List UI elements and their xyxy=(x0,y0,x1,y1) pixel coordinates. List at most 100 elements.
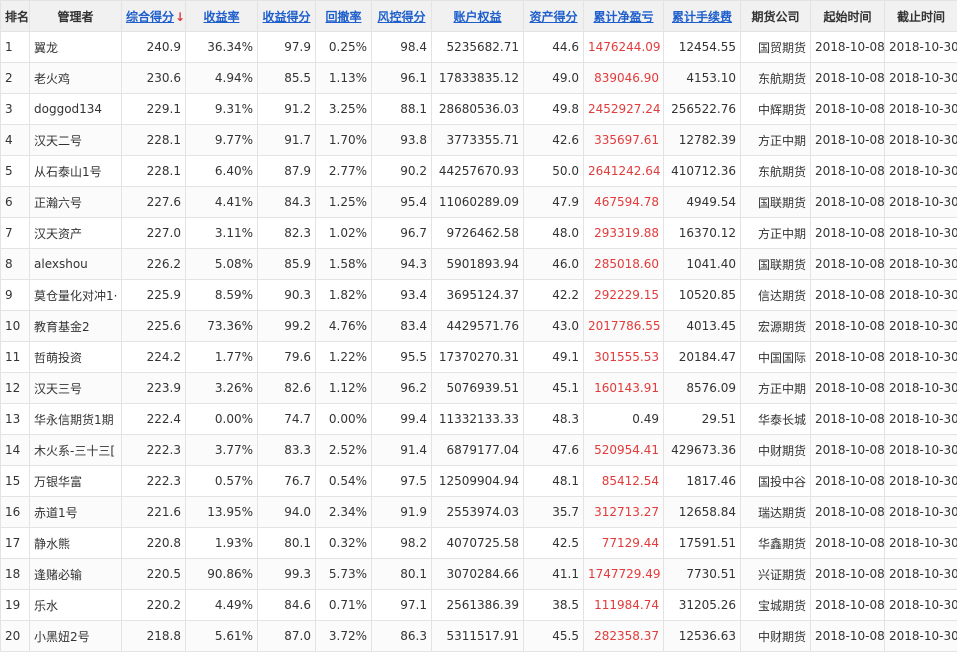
cell-asset-score: 42.2 xyxy=(524,280,584,311)
column-header-fees[interactable]: 累计手续费 xyxy=(664,1,741,32)
cell-risk-score: 86.3 xyxy=(372,621,432,652)
cell-fees: 410712.36 xyxy=(664,156,741,187)
cell-drawdown: 1.58% xyxy=(316,249,372,280)
cell-fees: 429673.36 xyxy=(664,435,741,466)
cell-equity: 17370270.31 xyxy=(432,342,524,373)
cell-drawdown: 4.76% xyxy=(316,311,372,342)
cell-return-score: 83.3 xyxy=(258,435,316,466)
column-header-drawdown[interactable]: 回撤率 xyxy=(316,1,372,32)
cell-composite-score: 224.2 xyxy=(122,342,186,373)
cell-rank: 8 xyxy=(1,249,30,280)
cell-return-score: 85.5 xyxy=(258,63,316,94)
cell-rank: 2 xyxy=(1,63,30,94)
sort-desc-arrow-icon[interactable]: ↓ xyxy=(175,10,185,24)
cell-broker: 方正中期 xyxy=(741,125,811,156)
cell-drawdown: 3.72% xyxy=(316,621,372,652)
cell-return-score: 80.1 xyxy=(258,528,316,559)
cell-equity: 5901893.94 xyxy=(432,249,524,280)
cell-return-rate: 6.40% xyxy=(186,156,258,187)
cell-drawdown: 1.22% xyxy=(316,342,372,373)
cell-start: 2018-10-08 xyxy=(811,373,885,404)
cell-composite-score: 225.9 xyxy=(122,280,186,311)
cell-composite-score: 218.8 xyxy=(122,621,186,652)
cell-equity: 4429571.76 xyxy=(432,311,524,342)
cell-drawdown: 1.13% xyxy=(316,63,372,94)
cell-asset-score: 42.6 xyxy=(524,125,584,156)
sort-link-return-rate[interactable]: 收益率 xyxy=(203,10,239,24)
cell-fees: 12536.63 xyxy=(664,621,741,652)
cell-equity: 5235682.71 xyxy=(432,32,524,63)
cell-end: 2018-10-30 xyxy=(885,621,957,652)
table-header-row: 排名管理者综合得分↓收益率收益得分回撤率风控得分账户权益资产得分累计净盈亏累计手… xyxy=(1,1,957,32)
cell-start: 2018-10-08 xyxy=(811,63,885,94)
cell-return-score: 97.9 xyxy=(258,32,316,63)
cell-broker: 宏源期货 xyxy=(741,311,811,342)
column-header-equity[interactable]: 账户权益 xyxy=(432,1,524,32)
sort-link-net-pl[interactable]: 累计净盈亏 xyxy=(593,10,653,24)
cell-fees: 20184.47 xyxy=(664,342,741,373)
cell-rank: 9 xyxy=(1,280,30,311)
cell-net-pl: 285018.60 xyxy=(584,249,664,280)
cell-manager: 翼龙 xyxy=(30,32,122,63)
cell-composite-score: 227.0 xyxy=(122,218,186,249)
cell-end: 2018-10-30 xyxy=(885,32,957,63)
column-header-composite-score[interactable]: 综合得分↓ xyxy=(122,1,186,32)
cell-broker: 东航期货 xyxy=(741,156,811,187)
cell-start: 2018-10-08 xyxy=(811,187,885,218)
table-row: 9莫仓量化对冲1·225.98.59%90.31.82%93.43695124.… xyxy=(1,280,957,311)
cell-risk-score: 97.5 xyxy=(372,466,432,497)
cell-end: 2018-10-30 xyxy=(885,63,957,94)
cell-asset-score: 46.0 xyxy=(524,249,584,280)
cell-return-rate: 73.36% xyxy=(186,311,258,342)
cell-equity: 9726462.58 xyxy=(432,218,524,249)
cell-end: 2018-10-30 xyxy=(885,590,957,621)
cell-broker: 兴证期货 xyxy=(741,559,811,590)
cell-net-pl: 77129.44 xyxy=(584,528,664,559)
cell-risk-score: 96.2 xyxy=(372,373,432,404)
cell-fees: 1041.40 xyxy=(664,249,741,280)
column-header-risk-score[interactable]: 风控得分 xyxy=(372,1,432,32)
cell-asset-score: 49.1 xyxy=(524,342,584,373)
sort-link-return-score[interactable]: 收益得分 xyxy=(262,10,310,24)
cell-manager: 教育基金2 xyxy=(30,311,122,342)
column-header-asset-score[interactable]: 资产得分 xyxy=(524,1,584,32)
cell-start: 2018-10-08 xyxy=(811,528,885,559)
sort-link-drawdown[interactable]: 回撤率 xyxy=(325,10,361,24)
sort-link-asset-score[interactable]: 资产得分 xyxy=(529,10,577,24)
sort-link-fees[interactable]: 累计手续费 xyxy=(672,10,732,24)
cell-start: 2018-10-08 xyxy=(811,435,885,466)
sort-link-risk-score[interactable]: 风控得分 xyxy=(377,10,425,24)
cell-rank: 18 xyxy=(1,559,30,590)
cell-fees: 1817.46 xyxy=(664,466,741,497)
table-body: 1翼龙240.936.34%97.90.25%98.45235682.7144.… xyxy=(1,32,957,652)
cell-fees: 10520.85 xyxy=(664,280,741,311)
cell-broker: 信达期货 xyxy=(741,280,811,311)
cell-manager: 赤道1号 xyxy=(30,497,122,528)
cell-drawdown: 1.12% xyxy=(316,373,372,404)
cell-return-rate: 5.61% xyxy=(186,621,258,652)
cell-return-rate: 0.00% xyxy=(186,404,258,435)
column-header-return-rate[interactable]: 收益率 xyxy=(186,1,258,32)
cell-risk-score: 95.4 xyxy=(372,187,432,218)
cell-rank: 1 xyxy=(1,32,30,63)
cell-fees: 256522.76 xyxy=(664,94,741,125)
cell-return-score: 82.6 xyxy=(258,373,316,404)
column-header-return-score[interactable]: 收益得分 xyxy=(258,1,316,32)
cell-asset-score: 48.0 xyxy=(524,218,584,249)
cell-composite-score: 220.5 xyxy=(122,559,186,590)
cell-return-score: 94.0 xyxy=(258,497,316,528)
cell-manager: 木火系-三十三[ xyxy=(30,435,122,466)
cell-fees: 4153.10 xyxy=(664,63,741,94)
column-header-end: 截止时间 xyxy=(885,1,957,32)
cell-net-pl: 301555.53 xyxy=(584,342,664,373)
cell-broker: 宝城期货 xyxy=(741,590,811,621)
table-row: 1翼龙240.936.34%97.90.25%98.45235682.7144.… xyxy=(1,32,957,63)
cell-net-pl: 839046.90 xyxy=(584,63,664,94)
cell-rank: 10 xyxy=(1,311,30,342)
cell-broker: 国联期货 xyxy=(741,187,811,218)
cell-drawdown: 0.25% xyxy=(316,32,372,63)
sort-link-equity[interactable]: 账户权益 xyxy=(453,10,501,24)
cell-net-pl: 2452927.24 xyxy=(584,94,664,125)
column-header-net-pl[interactable]: 累计净盈亏 xyxy=(584,1,664,32)
sort-link-composite-score[interactable]: 综合得分 xyxy=(126,10,174,24)
